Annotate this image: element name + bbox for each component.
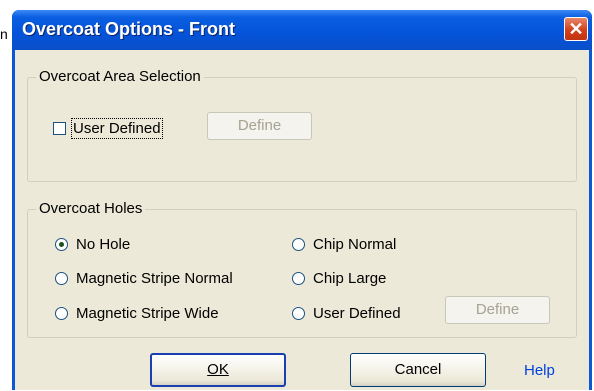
overcoat-holes-group: Overcoat Holes No Hole Magnetic Stripe N… bbox=[27, 200, 577, 338]
radio-chip-large-label: Chip Large bbox=[313, 270, 387, 287]
radio-magnetic-stripe-wide-label: Magnetic Stripe Wide bbox=[76, 305, 219, 322]
title-bar[interactable]: Overcoat Options - Front ✕ bbox=[12, 10, 592, 50]
user-defined-area-label: User Defined bbox=[71, 118, 163, 139]
cancel-button[interactable]: Cancel bbox=[350, 353, 486, 387]
radio-user-defined-hole[interactable]: User Defined bbox=[292, 305, 401, 322]
user-defined-area-checkbox-box[interactable] bbox=[53, 122, 66, 135]
close-button[interactable]: ✕ bbox=[564, 17, 588, 41]
radio-magnetic-stripe-normal[interactable]: Magnetic Stripe Normal bbox=[55, 270, 233, 287]
radio-no-hole-label: No Hole bbox=[76, 236, 131, 253]
user-defined-area-checkbox[interactable]: User Defined bbox=[53, 118, 163, 139]
help-link[interactable]: Help bbox=[524, 362, 555, 379]
dialog-body: Overcoat Area Selection User Defined Def… bbox=[15, 50, 589, 390]
radio-chip-normal[interactable]: Chip Normal bbox=[292, 236, 396, 253]
close-icon: ✕ bbox=[568, 19, 584, 39]
radio-chip-large-indicator[interactable] bbox=[292, 272, 305, 285]
radio-magnetic-stripe-wide-indicator[interactable] bbox=[55, 307, 68, 320]
background-window-fragment: n bbox=[0, 26, 8, 42]
area-selection-group: Overcoat Area Selection User Defined Def… bbox=[27, 68, 577, 182]
radio-chip-large[interactable]: Chip Large bbox=[292, 270, 386, 287]
radio-magnetic-stripe-wide[interactable]: Magnetic Stripe Wide bbox=[55, 305, 219, 322]
radio-magnetic-stripe-normal-label: Magnetic Stripe Normal bbox=[76, 270, 233, 287]
overcoat-options-dialog: Overcoat Options - Front ✕ Overcoat Area… bbox=[12, 10, 592, 390]
radio-user-defined-hole-indicator[interactable] bbox=[292, 307, 305, 320]
radio-user-defined-hole-label: User Defined bbox=[313, 305, 401, 322]
radio-chip-normal-label: Chip Normal bbox=[313, 236, 397, 253]
radio-magnetic-stripe-normal-indicator[interactable] bbox=[55, 272, 68, 285]
area-selection-group-label: Overcoat Area Selection bbox=[36, 68, 204, 85]
overcoat-holes-group-label: Overcoat Holes bbox=[36, 200, 146, 217]
dialog-title: Overcoat Options - Front bbox=[22, 19, 236, 39]
radio-no-hole-indicator[interactable] bbox=[55, 238, 68, 251]
radio-chip-normal-indicator[interactable] bbox=[292, 238, 305, 251]
area-define-button[interactable]: Define bbox=[207, 112, 312, 140]
hole-define-button[interactable]: Define bbox=[445, 296, 550, 324]
cancel-button-label: Cancel bbox=[394, 361, 442, 378]
ok-button-label: OK bbox=[207, 361, 229, 378]
radio-no-hole[interactable]: No Hole bbox=[55, 236, 130, 253]
ok-button[interactable]: OK bbox=[150, 353, 286, 387]
